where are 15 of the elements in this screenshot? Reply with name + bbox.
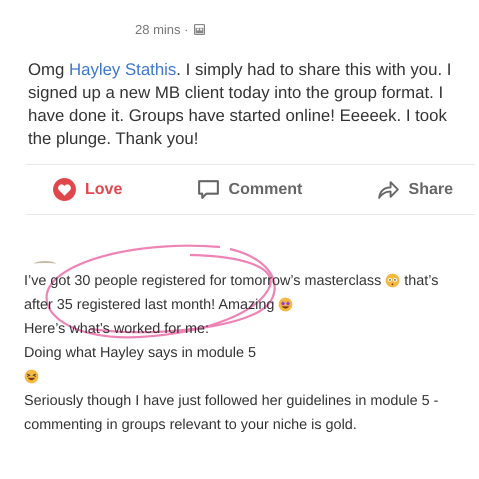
speech-bubble-icon xyxy=(196,177,221,202)
share-button[interactable]: Share xyxy=(376,173,453,206)
flushed-face-icon xyxy=(385,273,400,288)
laughing-face-icon xyxy=(24,369,39,384)
comment-button[interactable]: Comment xyxy=(196,173,302,206)
comment-text: commenting in groups relevant to your niche is gold. xyxy=(24,416,357,432)
star-eyes-face-icon xyxy=(278,297,294,312)
group-icon xyxy=(193,22,206,36)
post-time: 28 mins · xyxy=(135,22,188,36)
post-message: Omg Hayley Stathis. I simply had to share this with you. I signed up a new MB client today into the group format. I have done it. Groups have started online! Eeeeek. I took the plunge. Thank you! xyxy=(28,59,452,150)
comment-text: Seriously though I have just followed her guidelines in module 5 - xyxy=(24,392,438,408)
mention-link[interactable]: Hayley Stathis xyxy=(69,60,176,79)
comment-text: that’s xyxy=(404,272,438,288)
comment-text: Doing what Hayley says in module 5 xyxy=(24,344,256,360)
love-button[interactable]: Love xyxy=(52,173,122,206)
